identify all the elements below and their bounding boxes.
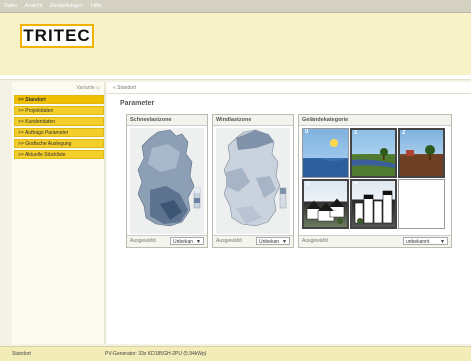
terrain-tile-3[interactable]: 3 <box>302 179 349 229</box>
terrain-tile-4[interactable]: 4 <box>350 179 397 229</box>
status-left: Standort <box>12 351 31 357</box>
terrain-category-footer: Ausgewählt unbekannt ▼ <box>299 235 451 247</box>
snow-load-select-value: Unbekan <box>173 239 194 245</box>
status-bar: Standort PV-Generator: 33x KD185GH-2PU (… <box>0 346 471 361</box>
sidebar-item-aktuelle-stueckliste[interactable]: >> Aktuelle Stückliste <box>14 150 104 159</box>
terrain-category-panel: Geländekategorie 0 1 2 3 4 Ausgewählt un… <box>298 114 452 248</box>
terrain-tile-1[interactable]: 1 <box>350 128 397 178</box>
wind-load-select-value: Unbekan <box>259 239 280 245</box>
germany-map-wind-icon <box>223 129 287 227</box>
snow-load-title: Schneelastzone <box>127 115 207 126</box>
menu-hilfe[interactable]: Hilfe <box>91 0 102 12</box>
sidebar-item-standort[interactable]: >> Standort <box>14 95 104 104</box>
menu-ansicht[interactable]: Ansicht <box>25 0 43 12</box>
snow-load-selected-label: Ausgewählt <box>130 238 156 244</box>
wind-load-selected-label: Ausgewählt <box>216 238 242 244</box>
terrain-category-selected-label: Ausgewählt <box>302 238 328 244</box>
wind-load-footer: Ausgewählt Unbekan ▼ <box>213 235 293 247</box>
wind-load-map[interactable] <box>216 128 290 234</box>
sun-icon <box>303 139 348 177</box>
snow-load-panel: Schneelastzone Ausgewählt Unbekan ▼ <box>126 114 208 248</box>
snow-load-select[interactable]: Unbekan ▼ <box>170 237 204 245</box>
status-pv-generator: PV-Generator: 33x KD185GH-2PU (5.94kWp) <box>105 351 207 357</box>
breadcrumb[interactable]: « Standort <box>113 85 136 91</box>
sidebar: Variante ◇ >> Standort >> Projektdaten >… <box>12 82 105 344</box>
tritec-logo: TRITEC <box>20 24 94 48</box>
terrain-tile-2[interactable]: 2 <box>398 128 445 178</box>
wind-load-panel: Windlastzone Ausgewählt Unbekan ▼ <box>212 114 294 248</box>
snow-load-footer: Ausgewählt Unbekan ▼ <box>127 235 207 247</box>
menu-einstellungen[interactable]: Einstellungen <box>50 0 83 12</box>
chevron-down-icon: ▼ <box>282 239 287 245</box>
menu-bar: Datei Ansicht Einstellungen Hilfe <box>0 0 471 13</box>
sidebar-item-projektdaten[interactable]: >> Projektdaten <box>14 106 104 115</box>
field-with-tree-icon <box>352 148 395 176</box>
main-content: « Standort Parameter Schneelastzone Ausg… <box>107 82 471 344</box>
wind-load-select[interactable]: Unbekan ▼ <box>256 237 290 245</box>
chevron-down-icon: ▼ <box>440 239 445 245</box>
breadcrumb-divider <box>107 93 471 94</box>
wind-load-title: Windlastzone <box>213 115 293 126</box>
menu-datei[interactable]: Datei <box>4 0 17 12</box>
terrain-tile-empty <box>398 179 445 229</box>
terrain-tile-0[interactable]: 0 <box>302 128 349 178</box>
farm-with-tree-icon <box>400 145 443 176</box>
header-divider <box>0 75 471 80</box>
germany-map-snow-icon <box>137 129 201 227</box>
snow-load-map[interactable] <box>130 128 204 234</box>
sidebar-item-grafische-auslegung[interactable]: >> Grafische Auslegung <box>14 139 104 148</box>
village-icon <box>306 198 345 224</box>
sidebar-item-kundendaten[interactable]: >> Kundendaten <box>14 117 104 126</box>
city-buildings-icon <box>354 190 393 224</box>
page-title: Parameter <box>120 100 155 107</box>
terrain-category-title: Geländekategorie <box>299 115 451 126</box>
sidebar-nav: >> Standort >> Projektdaten >> Kundendat… <box>14 95 104 161</box>
terrain-category-select[interactable]: unbekannt ▼ <box>403 237 448 245</box>
sidebar-item-auftrags-parameter[interactable]: >> Auftrags Parameter <box>14 128 104 137</box>
variant-selector[interactable]: Variante ◇ <box>12 85 101 91</box>
terrain-category-select-value: unbekannt <box>406 239 430 245</box>
chevron-down-icon: ▼ <box>196 239 201 245</box>
